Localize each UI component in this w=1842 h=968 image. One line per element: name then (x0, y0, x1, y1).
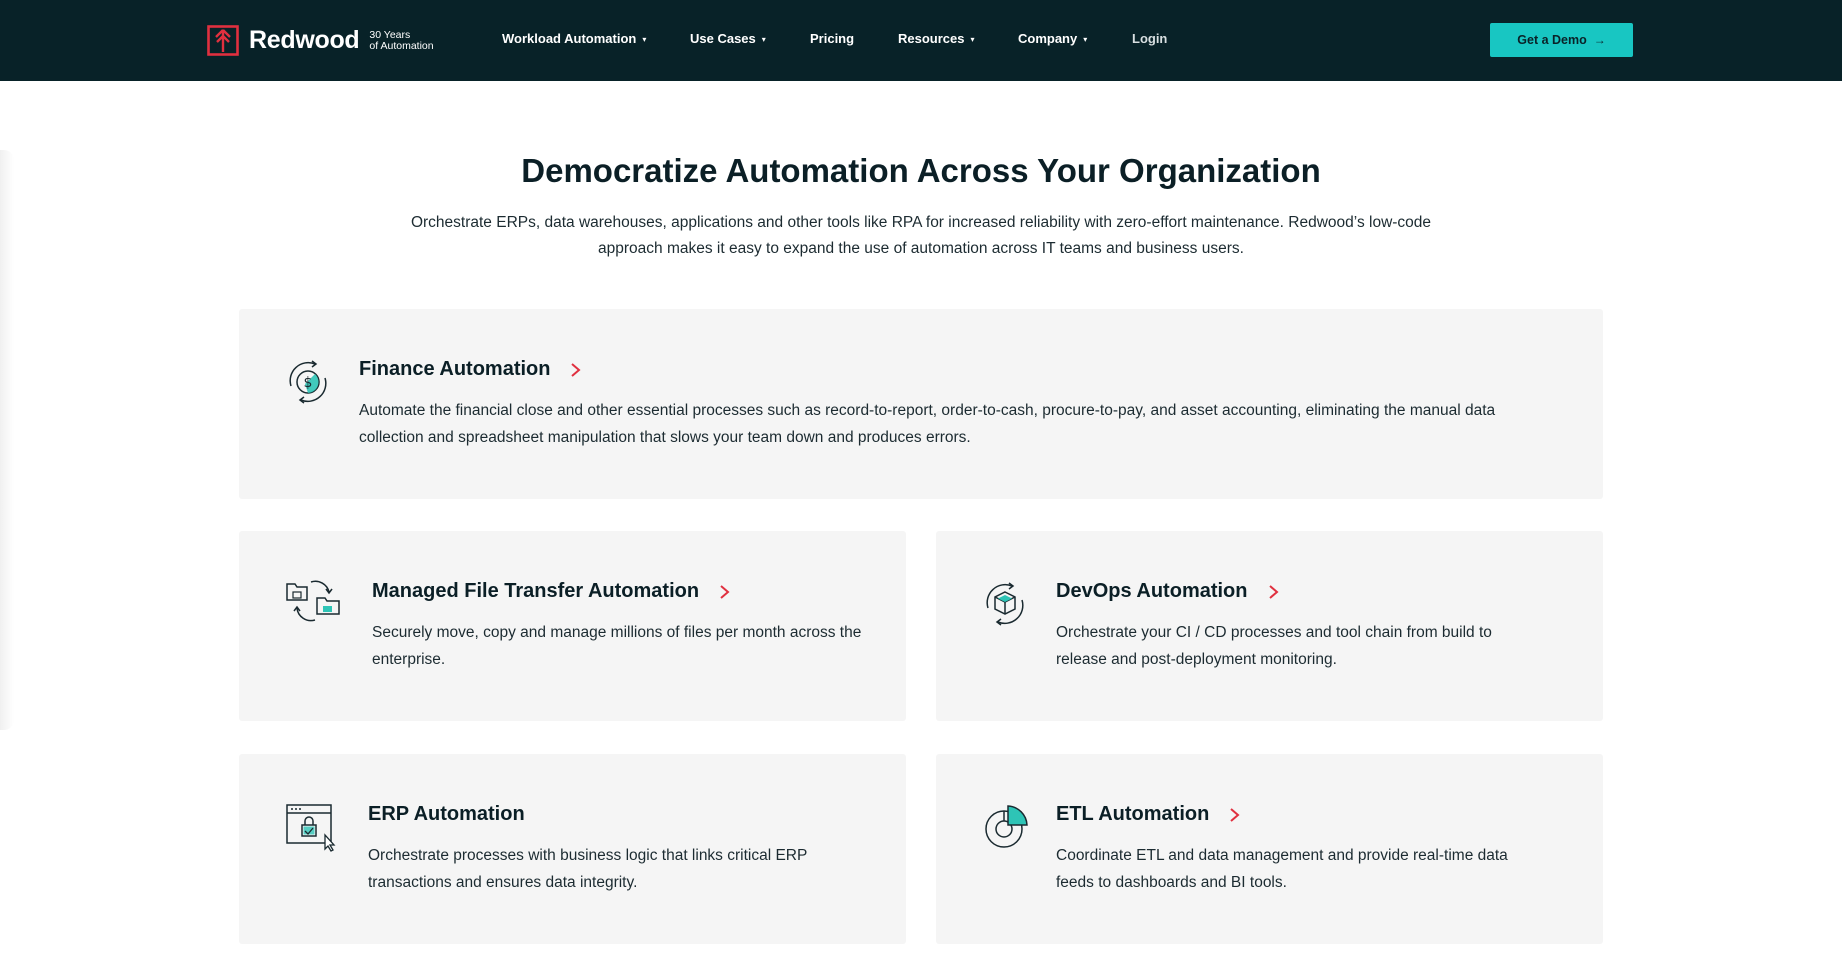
top-navbar: Redwood 30 Years of Automation Workload … (0, 0, 1842, 81)
erp-automation-card[interactable]: ERP Automation Orchestrate processes wit… (239, 754, 906, 944)
managed-file-transfer-card[interactable]: Managed File Transfer Automation Securel… (239, 531, 906, 721)
card-title: Finance Automation (359, 358, 551, 380)
chevron-down-icon: ▾ (1083, 35, 1088, 44)
arrow-right-icon: → (1593, 33, 1606, 47)
chevron-right-icon (571, 362, 582, 377)
chevron-down-icon: ▾ (761, 35, 766, 44)
card-description: Orchestrate your CI / CD processes and t… (1056, 624, 1492, 668)
erp-automation-link[interactable]: ERP Automation (368, 803, 525, 826)
card-title: Managed File Transfer Automation (372, 580, 700, 602)
card-description: Orchestrate processes with business logi… (368, 847, 808, 891)
nav-pricing[interactable]: Pricing (810, 31, 854, 46)
demo-button-label: Get a Demo (1517, 33, 1587, 47)
nav-label: Company (1018, 31, 1078, 46)
devops-automation-link[interactable]: DevOps Automation (1056, 580, 1280, 603)
card-description: Securely move, copy and manage millions … (372, 624, 862, 668)
etl-automation-link[interactable]: ETL Automation (1056, 803, 1241, 826)
finance-automation-card[interactable]: $ Finance Automation Automate the financ… (239, 309, 1603, 499)
etl-pie-chart-icon (985, 805, 1028, 848)
chevron-right-icon (1268, 584, 1279, 599)
logo-wordmark: Redwood (249, 26, 360, 54)
card-title: DevOps Automation (1056, 580, 1248, 602)
nav-company[interactable]: Company ▾ (1018, 31, 1087, 46)
nav-login[interactable]: Login (1132, 31, 1167, 46)
devops-automation-card[interactable]: DevOps Automation Orchestrate your CI / … (936, 531, 1603, 721)
etl-automation-card[interactable]: ETL Automation Coordinate ETL and data m… (936, 754, 1603, 944)
card-title: ERP Automation (368, 803, 525, 825)
redwood-tree-logo-icon (207, 25, 239, 56)
side-panel-shadow (0, 150, 14, 730)
devops-cube-cycle-icon (986, 582, 1024, 626)
nav-resources[interactable]: Resources ▾ (898, 31, 975, 46)
nav-label: Login (1132, 31, 1168, 46)
redwood-logo[interactable]: Redwood 30 Years of Automation (207, 25, 434, 56)
managed-file-transfer-link[interactable]: Managed File Transfer Automation (372, 580, 731, 603)
card-title: ETL Automation (1056, 803, 1210, 825)
chevron-down-icon: ▾ (642, 35, 647, 44)
svg-text:$: $ (304, 375, 313, 391)
get-a-demo-button[interactable]: Get a Demo → (1490, 23, 1633, 57)
nav-label: Use Cases (690, 31, 756, 46)
logo-tagline: 30 Years of Automation (369, 29, 434, 52)
card-description: Coordinate ETL and data management and p… (1056, 847, 1508, 891)
nav-label: Pricing (810, 31, 855, 46)
finance-dollar-cycle-icon: $ (289, 360, 327, 404)
chevron-right-icon (720, 584, 730, 599)
erp-window-lock-icon (286, 804, 336, 852)
hero-subtitle: Orchestrate ERPs, data warehouses, appli… (410, 214, 1432, 257)
nav-label: Workload Automation (502, 31, 637, 46)
finance-automation-link[interactable]: Finance Automation (359, 358, 582, 381)
logo-tagline-line2: of Automation (369, 39, 434, 52)
nav-label: Resources (898, 31, 965, 46)
nav-workload-automation[interactable]: Workload Automation ▾ (502, 31, 646, 46)
nav-use-cases[interactable]: Use Cases ▾ (690, 31, 766, 46)
file-transfer-folders-icon (286, 580, 340, 622)
chevron-right-icon (1230, 807, 1240, 822)
card-description: Automate the financial close and other e… (359, 402, 1496, 446)
chevron-down-icon: ▾ (970, 35, 975, 44)
page-title: Democratize Automation Across Your Organ… (521, 152, 1321, 189)
